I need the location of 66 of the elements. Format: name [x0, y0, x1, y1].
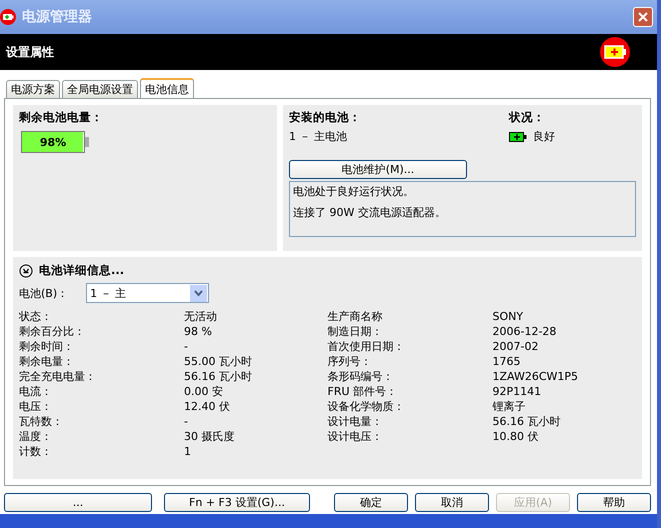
detail-value: 30 摄氏度	[184, 429, 234, 444]
dialog-button[interactable]: 确定	[334, 493, 408, 512]
tab[interactable]: 电池信息	[140, 78, 194, 98]
detail-label: 剩余时间：	[19, 339, 75, 354]
close-icon	[638, 12, 648, 22]
detail-value: 98 %	[184, 325, 212, 338]
charge-label: 剩余电池电量：	[19, 110, 104, 125]
header-title: 设置属性	[6, 44, 54, 60]
battery-icon	[0, 9, 16, 25]
detail-value: -	[184, 340, 188, 353]
detail-label: 计数：	[19, 444, 53, 459]
detail-label: 剩余百分比：	[19, 324, 86, 339]
detail-label: 状态：	[19, 309, 53, 324]
detail-label: 电流：	[19, 384, 53, 399]
tab[interactable]: 全局电源设置	[62, 80, 138, 98]
installed-label: 安装的电池：	[289, 110, 362, 125]
close-button[interactable]	[633, 7, 653, 27]
condition-value: 良好	[533, 129, 555, 144]
detail-label: FRU 部件号：	[328, 384, 398, 399]
tab[interactable]: 电源方案	[6, 80, 60, 98]
detail-value: 0.00 安	[184, 384, 223, 399]
dialog-button[interactable]: 帮助	[577, 493, 651, 512]
detail-label: 温度：	[19, 429, 53, 444]
dialog-button[interactable]: ...	[4, 493, 152, 512]
window-title: 电源管理器	[22, 8, 92, 26]
detail-label: 制造日期：	[328, 324, 384, 339]
detail-value: 2007-02	[492, 340, 538, 353]
detail-value: 56.16 瓦小时	[184, 369, 252, 384]
battery-icon	[509, 132, 527, 142]
detail-value: 锂离子	[492, 399, 526, 414]
detail-label: 设计电量：	[328, 414, 384, 429]
detail-label: 剩余电量：	[19, 354, 75, 369]
detail-label: 条形码编号：	[328, 369, 394, 384]
detail-value: 56.16 瓦小时	[492, 414, 560, 429]
detail-value: 55.00 瓦小时	[184, 354, 252, 369]
battery-dropdown[interactable]: 1 － 主	[86, 283, 210, 303]
detail-label: 设备化学物质：	[328, 399, 406, 414]
detail-label: 生产商名称	[328, 309, 384, 324]
battery-label: 电池(B)：	[19, 286, 68, 300]
detail-value: 1ZAW26CW1P5	[492, 370, 578, 383]
detail-value: 12.40 伏	[184, 399, 230, 414]
detail-label: 电压：	[19, 399, 53, 414]
detail-value: 无活动	[184, 309, 217, 324]
detail-value: -	[184, 415, 188, 428]
detail-label: 序列号：	[328, 354, 372, 369]
installed-value: 1 － 主电池	[289, 129, 348, 144]
condition-label: 状况：	[509, 110, 546, 125]
detail-label: 瓦特数：	[19, 414, 64, 429]
detail-label: 完全充电电量：	[19, 369, 97, 384]
dialog-button[interactable]: Fn + F3 设置(G)...	[164, 493, 310, 512]
maintenance-button[interactable]: 电池维护(M)...	[289, 160, 467, 179]
detail-value: 1	[184, 445, 191, 458]
detail-value: 92P1141	[492, 385, 542, 398]
detail-value: 2006-12-28	[492, 325, 556, 338]
detail-value: SONY	[492, 310, 524, 323]
battery-icon	[597, 37, 633, 67]
detail-label: 首次使用日期：	[328, 339, 406, 354]
detail-value: 1765	[492, 355, 520, 368]
details-title: 电池详细信息...	[39, 263, 124, 278]
detail-value: 10.80 伏	[492, 429, 538, 444]
message-text: 连接了 90W 交流电源适配器。	[293, 205, 447, 220]
expand-icon[interactable]	[19, 264, 33, 278]
detail-label: 设计电压：	[328, 429, 384, 444]
message-text: 电池处于良好运行状况。	[293, 184, 415, 199]
charge-reading: 98%	[40, 136, 66, 148]
dialog-button[interactable]: 取消	[415, 493, 489, 512]
